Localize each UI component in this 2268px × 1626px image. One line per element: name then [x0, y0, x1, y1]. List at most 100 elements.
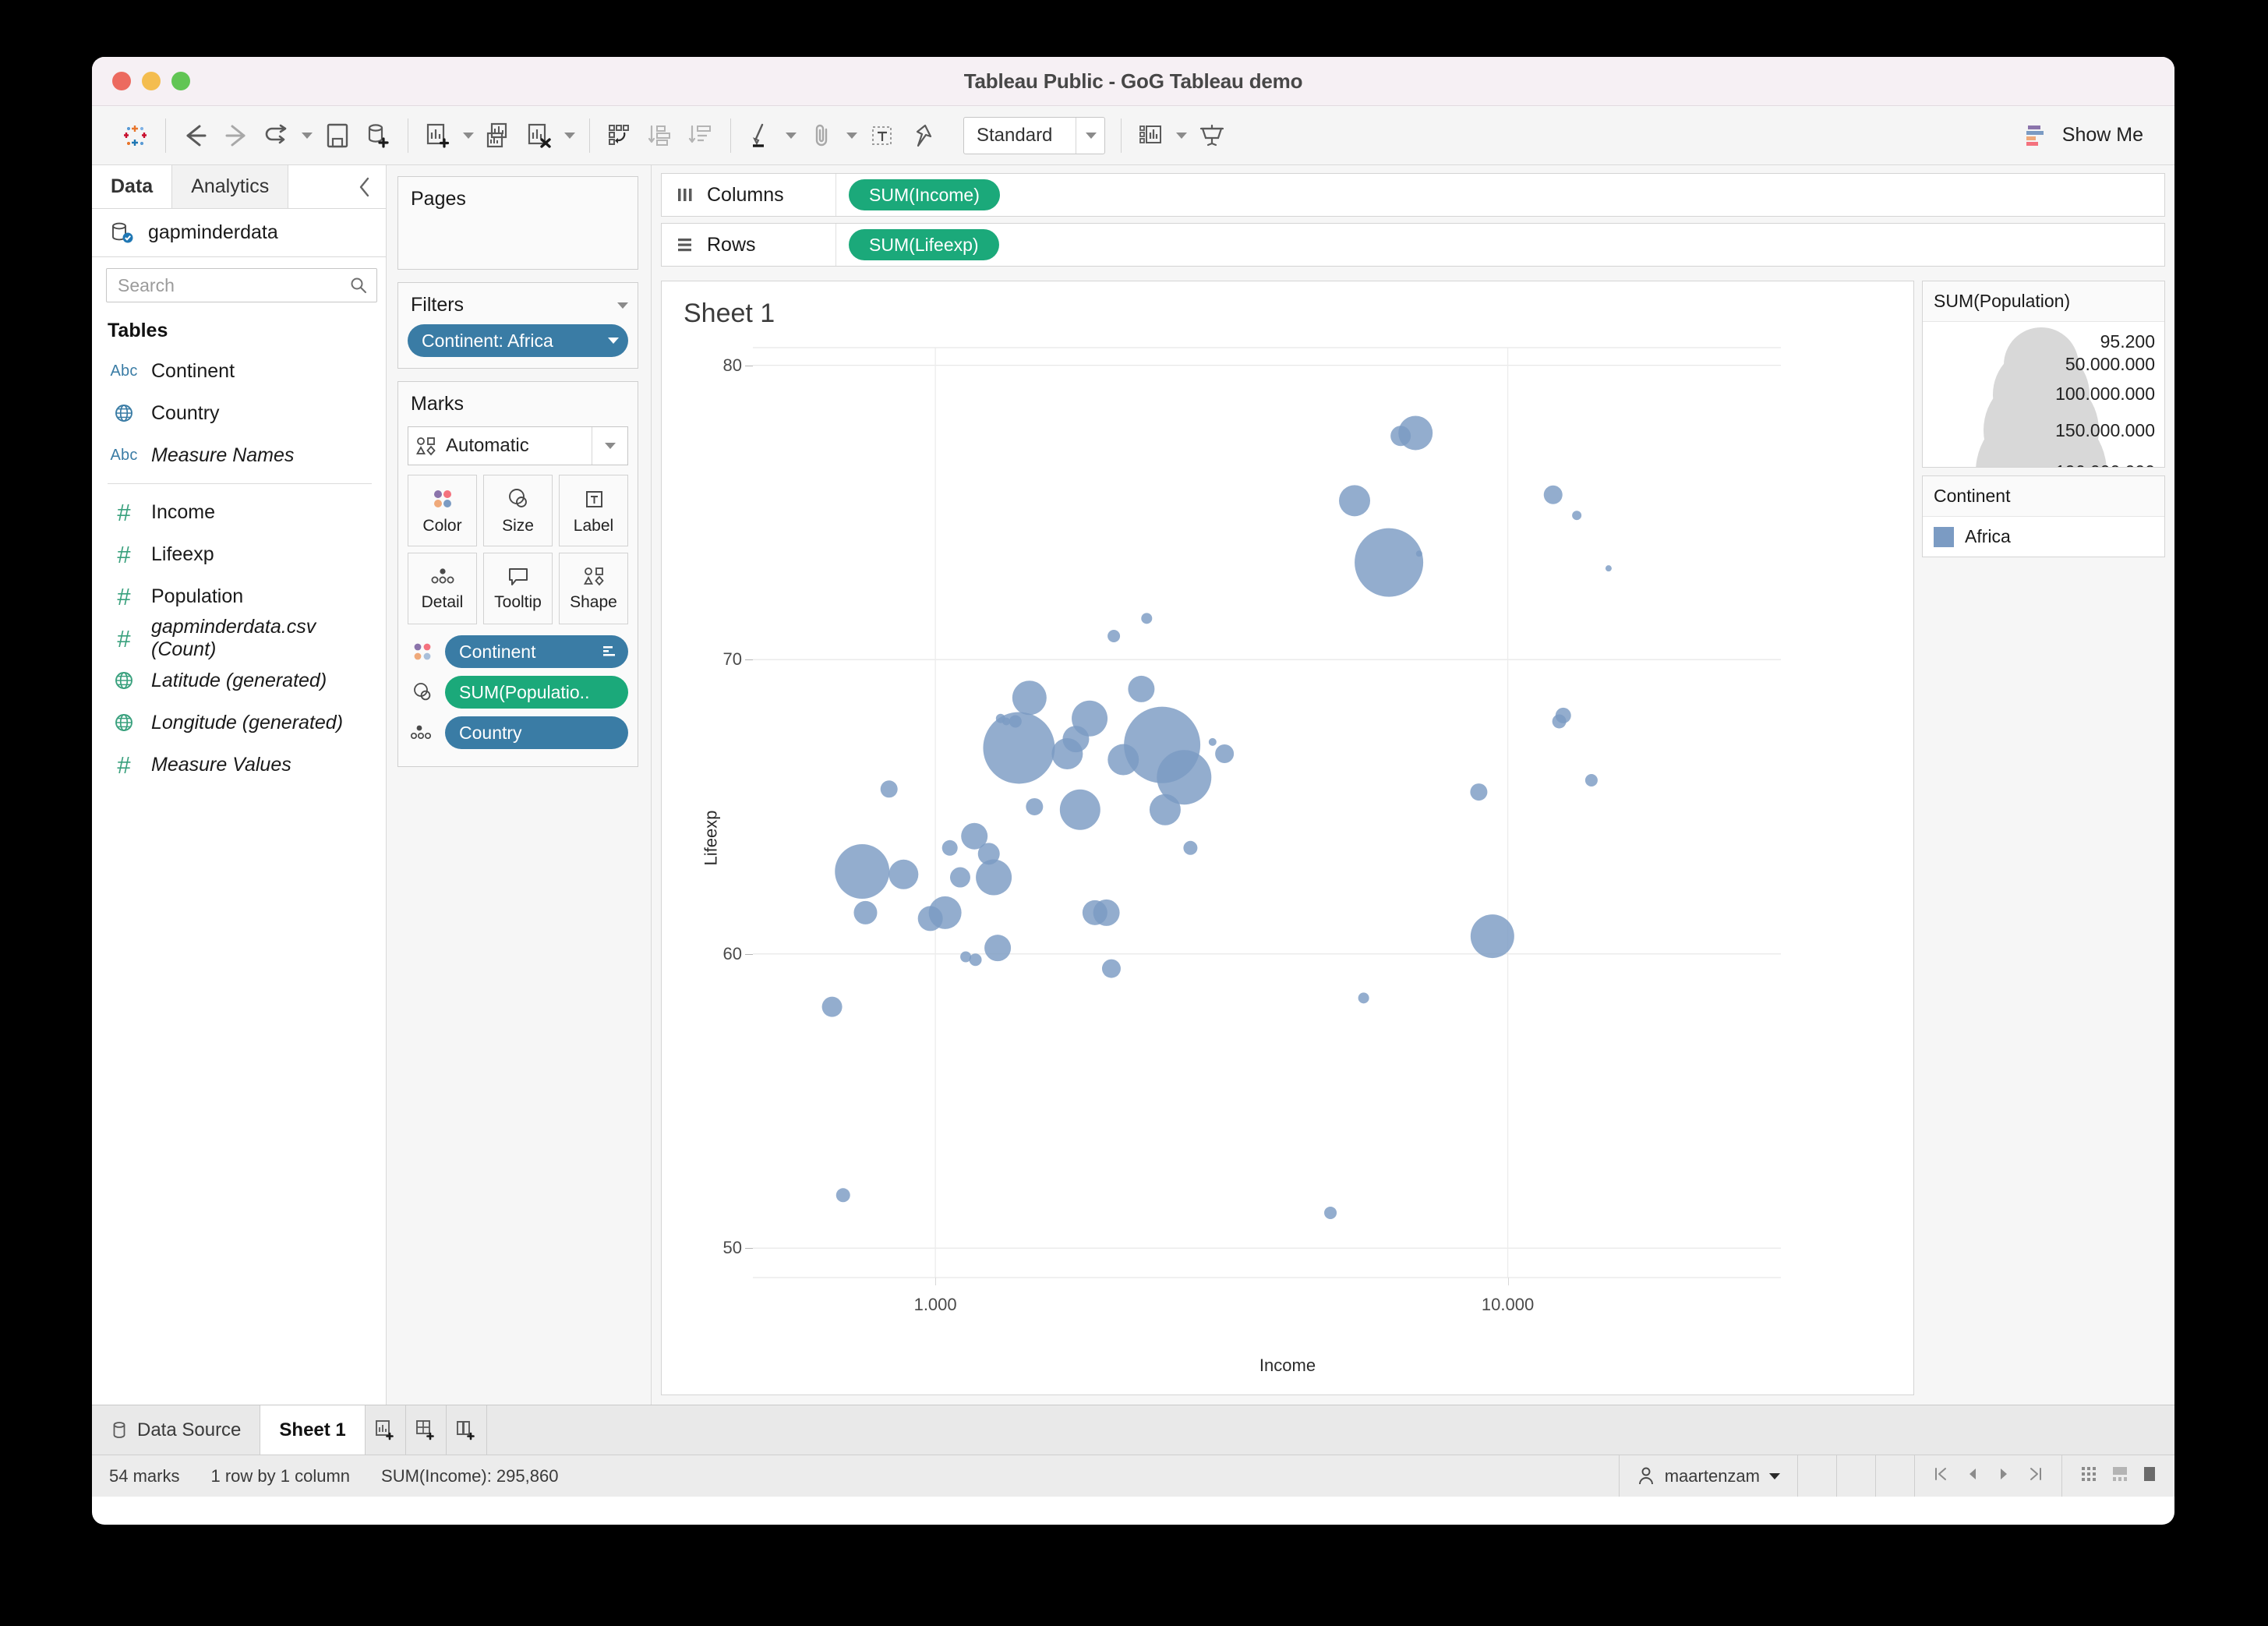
search-box[interactable]	[106, 268, 377, 302]
scatter-mark[interactable]	[1398, 415, 1433, 451]
mark-type-caret-icon[interactable]	[592, 427, 627, 465]
new-sheet-dropdown-caret-icon[interactable]	[460, 117, 477, 154]
scatter-mark[interactable]	[1026, 797, 1044, 815]
scatter-mark[interactable]	[1072, 700, 1108, 737]
rows-pill-lifeexp[interactable]: SUM(Lifeexp)	[849, 229, 999, 260]
scatter-mark[interactable]	[976, 859, 1012, 896]
encoding-pill-continent[interactable]: Continent	[445, 635, 628, 668]
scatter-mark[interactable]	[1572, 511, 1582, 521]
fit-dropdown[interactable]: Standard	[963, 116, 1105, 154]
scatter-mark[interactable]	[1555, 707, 1571, 723]
minimize-window-button[interactable]	[142, 72, 161, 90]
scatter-mark[interactable]	[1059, 789, 1100, 830]
show-me-button[interactable]: Show Me	[2023, 122, 2143, 149]
sort-descending-icon[interactable]	[682, 117, 719, 154]
user-menu[interactable]: maartenzam	[1618, 1455, 1798, 1497]
new-worksheet-icon[interactable]	[366, 1405, 406, 1455]
chart-plus-icon[interactable]	[419, 117, 457, 154]
collapse-pane-button[interactable]	[344, 165, 386, 208]
group-dropdown-caret-icon[interactable]	[843, 117, 860, 154]
scatter-mark[interactable]	[835, 1188, 850, 1203]
scatter-mark[interactable]	[1355, 528, 1424, 597]
maximize-window-button[interactable]	[171, 72, 190, 90]
scatter-mark[interactable]	[1358, 992, 1369, 1004]
columns-shelf[interactable]: Columns SUM(Income)	[661, 173, 2165, 217]
close-window-button[interactable]	[112, 72, 131, 90]
scatter-mark[interactable]	[880, 780, 898, 798]
worksheet-canvas[interactable]: Sheet 1 Lifeexp Income 50 60 70 80 1.000 10.0…	[661, 281, 1914, 1395]
scatter-mark[interactable]	[1470, 783, 1488, 801]
scatter-mark[interactable]	[1584, 773, 1598, 786]
next-page-icon[interactable]	[1996, 1465, 2012, 1487]
mark-type-dropdown[interactable]: Automatic	[408, 426, 628, 465]
clear-dropdown-caret-icon[interactable]	[561, 117, 578, 154]
tooltip-button[interactable]: Tooltip	[483, 553, 553, 624]
swap-icon[interactable]	[601, 117, 638, 154]
tab-data-source[interactable]: Data Source	[92, 1405, 261, 1455]
scatter-mark[interactable]	[1101, 959, 1121, 978]
scatter-mark[interactable]	[1543, 485, 1563, 504]
data-source-item[interactable]: gapminderdata	[92, 209, 386, 257]
prev-page-icon[interactable]	[1965, 1465, 1980, 1487]
filters-chevron-down-icon[interactable]	[617, 302, 628, 309]
rows-shelf[interactable]: Rows SUM(Lifeexp)	[661, 223, 2165, 267]
scatter-mark[interactable]	[949, 867, 970, 888]
filter-pill-continent[interactable]: Continent: Africa	[408, 324, 628, 357]
columns-shelf-dropzone[interactable]: SUM(Income)	[836, 179, 2164, 210]
highlight-dropdown-caret-icon[interactable]	[782, 117, 800, 154]
scatter-mark[interactable]	[1208, 737, 1217, 746]
new-dashboard-icon[interactable]	[406, 1405, 447, 1455]
encoding-pill-country[interactable]: Country	[445, 716, 628, 749]
floppy-disk-icon[interactable]	[319, 117, 356, 154]
size-button[interactable]: Size	[483, 475, 553, 546]
scatter-mark[interactable]	[1093, 899, 1120, 926]
new-story-icon[interactable]	[447, 1405, 487, 1455]
back-button[interactable]	[177, 117, 214, 154]
field-item-measure-values[interactable]: # Measure Values	[92, 744, 386, 786]
scatter-mark[interactable]	[821, 996, 843, 1017]
scatter-mark[interactable]	[941, 840, 958, 856]
chart-panel-icon[interactable]	[1132, 117, 1170, 154]
split-view-icon[interactable]	[2111, 1465, 2129, 1488]
encoding-pill-population[interactable]: SUM(Populatio..	[445, 676, 628, 709]
presentation-dropdown-caret-icon[interactable]	[1173, 117, 1190, 154]
field-item-lifeexp[interactable]: # Lifeexp	[92, 533, 386, 575]
field-item-longitude-generated[interactable]: Longitude (generated)	[92, 702, 386, 744]
undo-dropdown-caret-icon[interactable]	[299, 117, 316, 154]
field-item-continent[interactable]: Abc Continent	[92, 350, 386, 392]
label-button[interactable]: Label	[559, 475, 628, 546]
detail-button[interactable]: Detail	[408, 553, 477, 624]
filter-pill-caret-icon[interactable]	[608, 338, 619, 344]
scatter-mark[interactable]	[969, 953, 982, 967]
database-plus-icon[interactable]	[359, 117, 397, 154]
scatter-mark[interactable]	[835, 844, 890, 900]
paperclip-icon[interactable]	[803, 117, 840, 154]
forward-button[interactable]	[217, 117, 255, 154]
tab-sheet-1[interactable]: Sheet 1	[260, 1405, 366, 1455]
presentation-screen-icon[interactable]	[1193, 117, 1231, 154]
tableau-logo-icon[interactable]	[117, 117, 154, 154]
scatter-mark[interactable]	[1012, 680, 1047, 716]
color-button[interactable]: Color	[408, 475, 477, 546]
text-label-icon[interactable]	[864, 117, 901, 154]
field-item-measure-names[interactable]: Abc Measure Names	[92, 434, 386, 476]
scatter-mark[interactable]	[853, 900, 878, 924]
shape-button[interactable]: Shape	[559, 553, 628, 624]
scatter-mark[interactable]	[1002, 717, 1011, 726]
scatter-mark[interactable]	[1128, 675, 1155, 702]
full-view-icon[interactable]	[2142, 1465, 2157, 1488]
sort-ascending-icon[interactable]	[641, 117, 679, 154]
field-item-gapminderdata-csv-count[interactable]: # gapminderdata.csv (Count)	[92, 616, 386, 660]
rows-shelf-dropzone[interactable]: SUM(Lifeexp)	[836, 229, 2164, 260]
scatter-mark[interactable]	[984, 935, 1012, 962]
scatter-mark[interactable]	[1339, 485, 1371, 517]
scatter-mark[interactable]	[1141, 613, 1153, 624]
color-legend-item-africa[interactable]: Africa	[1923, 517, 2164, 557]
scatter-mark[interactable]	[888, 859, 919, 889]
grid-view-icon[interactable]	[2079, 1465, 2098, 1488]
field-item-population[interactable]: # Population	[92, 575, 386, 617]
scatter-mark[interactable]	[1605, 565, 1612, 572]
last-page-icon[interactable]	[2027, 1465, 2044, 1487]
scatter-plot-area[interactable]: 50 60 70 80 1.000 10.000	[723, 347, 1781, 1314]
columns-pill-income[interactable]: SUM(Income)	[849, 179, 1000, 210]
